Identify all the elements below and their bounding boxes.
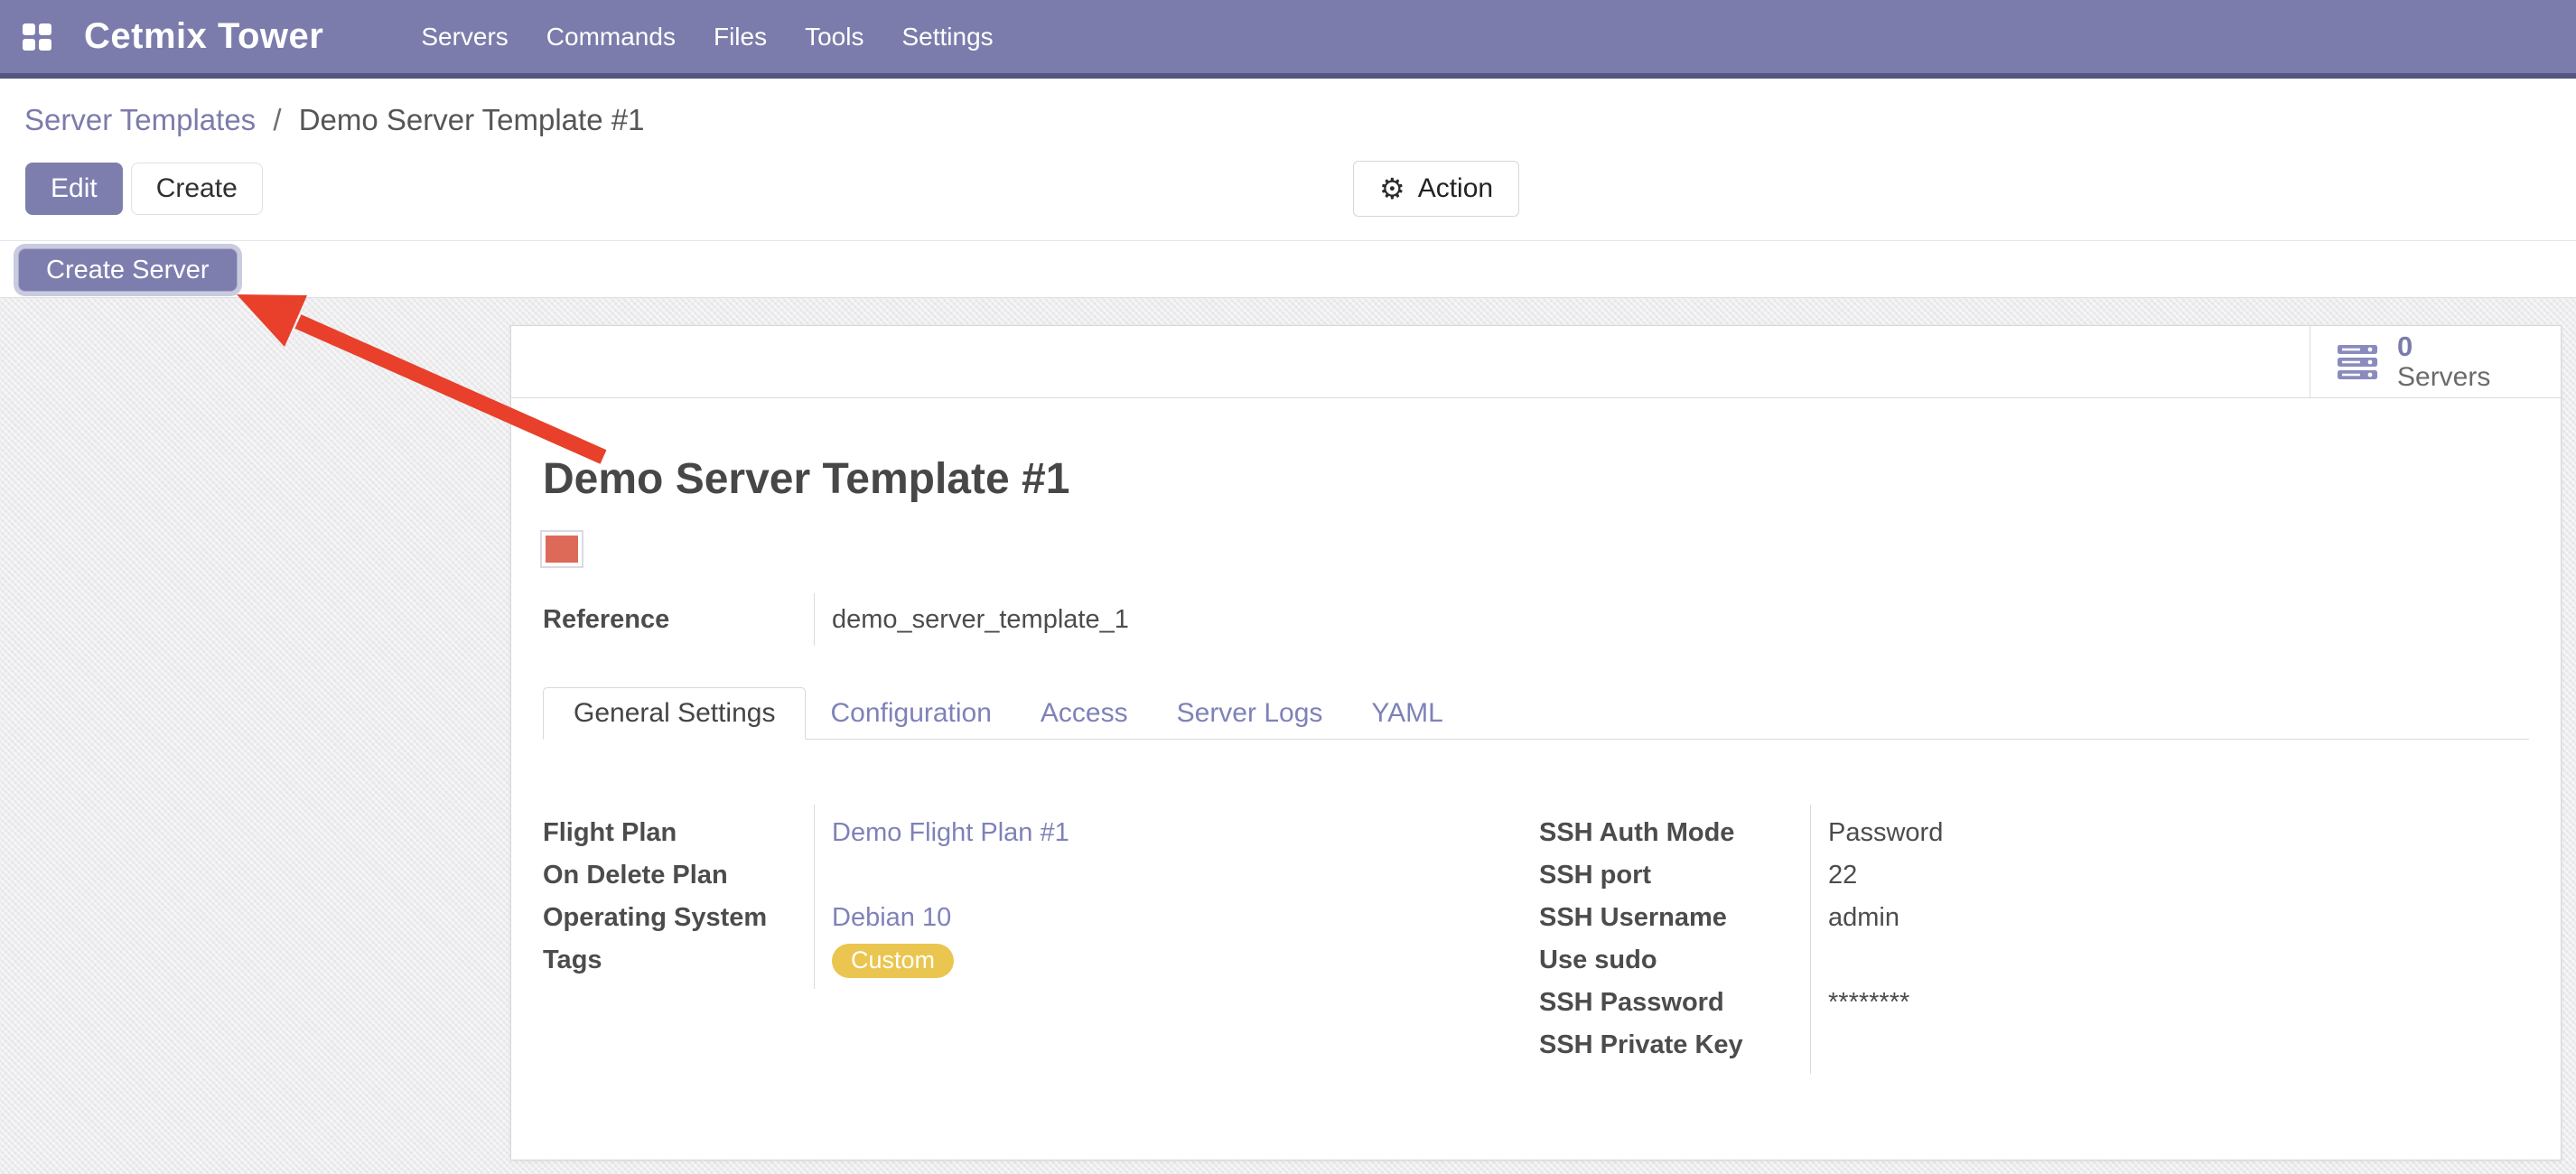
field-label-use-sudo: Use sudo bbox=[1539, 946, 1810, 975]
form-card: 0 Servers Demo Server Template #1 Refere… bbox=[510, 325, 2562, 1160]
field-value-flight-plan: Demo Flight Plan #1 bbox=[814, 818, 1121, 848]
edit-button[interactable]: Edit bbox=[25, 163, 123, 215]
nav-item-commands[interactable]: Commands bbox=[546, 23, 676, 51]
nav-item-servers[interactable]: Servers bbox=[421, 23, 508, 51]
field-label-ssh-username: SSH Username bbox=[1539, 903, 1810, 933]
servers-count: 0 bbox=[2397, 331, 2490, 362]
field-value-operating-system: Debian 10 bbox=[814, 903, 1121, 933]
nav-item-tools[interactable]: Tools bbox=[805, 23, 863, 51]
reference-group: Reference demo_server_template_1 bbox=[543, 593, 1320, 646]
page-body: 0 Servers Demo Server Template #1 Refere… bbox=[0, 298, 2576, 1174]
action-button-label: Action bbox=[1418, 173, 1493, 204]
field-value-ssh-password: ******** bbox=[1810, 988, 2226, 1018]
breadcrumb: Server Templates / Demo Server Template … bbox=[24, 98, 644, 142]
apps-grid-square bbox=[23, 23, 35, 35]
field-row-ssh-private-key: SSH Private Key bbox=[1539, 1024, 2226, 1067]
field-row-ssh-password: SSH Password******** bbox=[1539, 982, 2226, 1024]
field-value-ssh-username: admin bbox=[1810, 903, 2226, 933]
field-row-operating-system: Operating System Debian 10 bbox=[543, 897, 1121, 939]
color-swatch-fill bbox=[546, 536, 578, 563]
field-value-tags: Custom bbox=[814, 944, 1121, 978]
control-buttons: Edit Create bbox=[25, 163, 263, 215]
apps-grid-square bbox=[39, 39, 51, 51]
field-label-operating-system: Operating System bbox=[543, 903, 814, 933]
fields-group-right: SSH Auth ModePasswordSSH port22SSH Usern… bbox=[1539, 812, 2226, 1067]
stat-text: 0 Servers bbox=[2397, 331, 2490, 392]
field-row-ssh-port: SSH port22 bbox=[1539, 854, 2226, 897]
nav-item-files[interactable]: Files bbox=[714, 23, 767, 51]
fields-group-left: Flight Plan Demo Flight Plan #1 On Delete … bbox=[543, 812, 1121, 982]
breadcrumb-separator: / bbox=[273, 103, 281, 136]
field-label-tags: Tags bbox=[543, 946, 814, 975]
servers-stat-button[interactable]: 0 Servers bbox=[2310, 326, 2561, 397]
apps-grid-square bbox=[39, 23, 51, 35]
field-row-flight-plan: Flight Plan Demo Flight Plan #1 bbox=[543, 812, 1121, 854]
statusbar: Create Server bbox=[0, 240, 2576, 298]
color-swatch[interactable] bbox=[540, 530, 583, 568]
stat-button-strip: 0 Servers bbox=[511, 326, 2561, 398]
field-row-use-sudo: Use sudo bbox=[1539, 939, 2226, 982]
tab-general-settings[interactable]: General Settings bbox=[543, 687, 806, 740]
tab-server-logs[interactable]: Server Logs bbox=[1153, 687, 1348, 739]
field-label-ssh-auth-mode: SSH Auth Mode bbox=[1539, 818, 1810, 848]
navbar-menu: Servers Commands Files Tools Settings bbox=[421, 23, 993, 51]
tag-badge-custom[interactable]: Custom bbox=[832, 944, 954, 978]
field-label-on-delete-plan: On Delete Plan bbox=[543, 861, 814, 890]
apps-grid-icon[interactable] bbox=[23, 23, 51, 51]
field-label-ssh-private-key: SSH Private Key bbox=[1539, 1030, 1810, 1060]
create-button[interactable]: Create bbox=[131, 163, 263, 215]
gear-icon: ⚙ bbox=[1379, 174, 1405, 203]
reference-value: demo_server_template_1 bbox=[814, 605, 1320, 635]
app-brand[interactable]: Cetmix Tower bbox=[84, 16, 323, 57]
field-label-flight-plan: Flight Plan bbox=[543, 818, 814, 848]
field-label-ssh-password: SSH Password bbox=[1539, 988, 1810, 1018]
field-link-debian-10[interactable]: Debian 10 bbox=[832, 903, 951, 932]
nav-item-settings[interactable]: Settings bbox=[901, 23, 993, 51]
tab-bar: General SettingsConfigurationAccessServe… bbox=[543, 687, 2529, 740]
field-row-ssh-username: SSH Usernameadmin bbox=[1539, 897, 2226, 939]
control-panel: Server Templates / Demo Server Template … bbox=[0, 79, 2576, 240]
field-value-ssh-port: 22 bbox=[1810, 861, 2226, 890]
apps-grid-square bbox=[23, 39, 35, 51]
tab-access[interactable]: Access bbox=[1016, 687, 1153, 739]
reference-label: Reference bbox=[543, 605, 814, 635]
tab-configuration[interactable]: Configuration bbox=[806, 687, 1015, 739]
field-label-ssh-port: SSH port bbox=[1539, 861, 1810, 890]
field-link-demo-flight-plan-1[interactable]: Demo Flight Plan #1 bbox=[832, 818, 1069, 847]
field-value-ssh-auth-mode: Password bbox=[1810, 818, 2226, 848]
page-title: Demo Server Template #1 bbox=[543, 454, 1069, 504]
field-row-ssh-auth-mode: SSH Auth ModePassword bbox=[1539, 812, 2226, 854]
breadcrumb-current: Demo Server Template #1 bbox=[299, 103, 645, 136]
top-navbar: Cetmix Tower ServersCommandsFilesToolsSe… bbox=[0, 0, 2576, 79]
fields-area: Flight Plan Demo Flight Plan #1 On Delete … bbox=[511, 812, 2561, 1110]
servers-label: Servers bbox=[2397, 362, 2490, 392]
tab-yaml[interactable]: YAML bbox=[1347, 687, 1467, 739]
create-server-button[interactable]: Create Server bbox=[18, 248, 238, 292]
breadcrumb-server-templates[interactable]: Server Templates bbox=[24, 103, 256, 136]
field-row-on-delete-plan: On Delete Plan bbox=[543, 854, 1121, 897]
field-row-tags: Tags Custom bbox=[543, 939, 1121, 982]
action-button[interactable]: ⚙ Action bbox=[1353, 161, 1519, 217]
server-stack-icon bbox=[2338, 345, 2377, 379]
